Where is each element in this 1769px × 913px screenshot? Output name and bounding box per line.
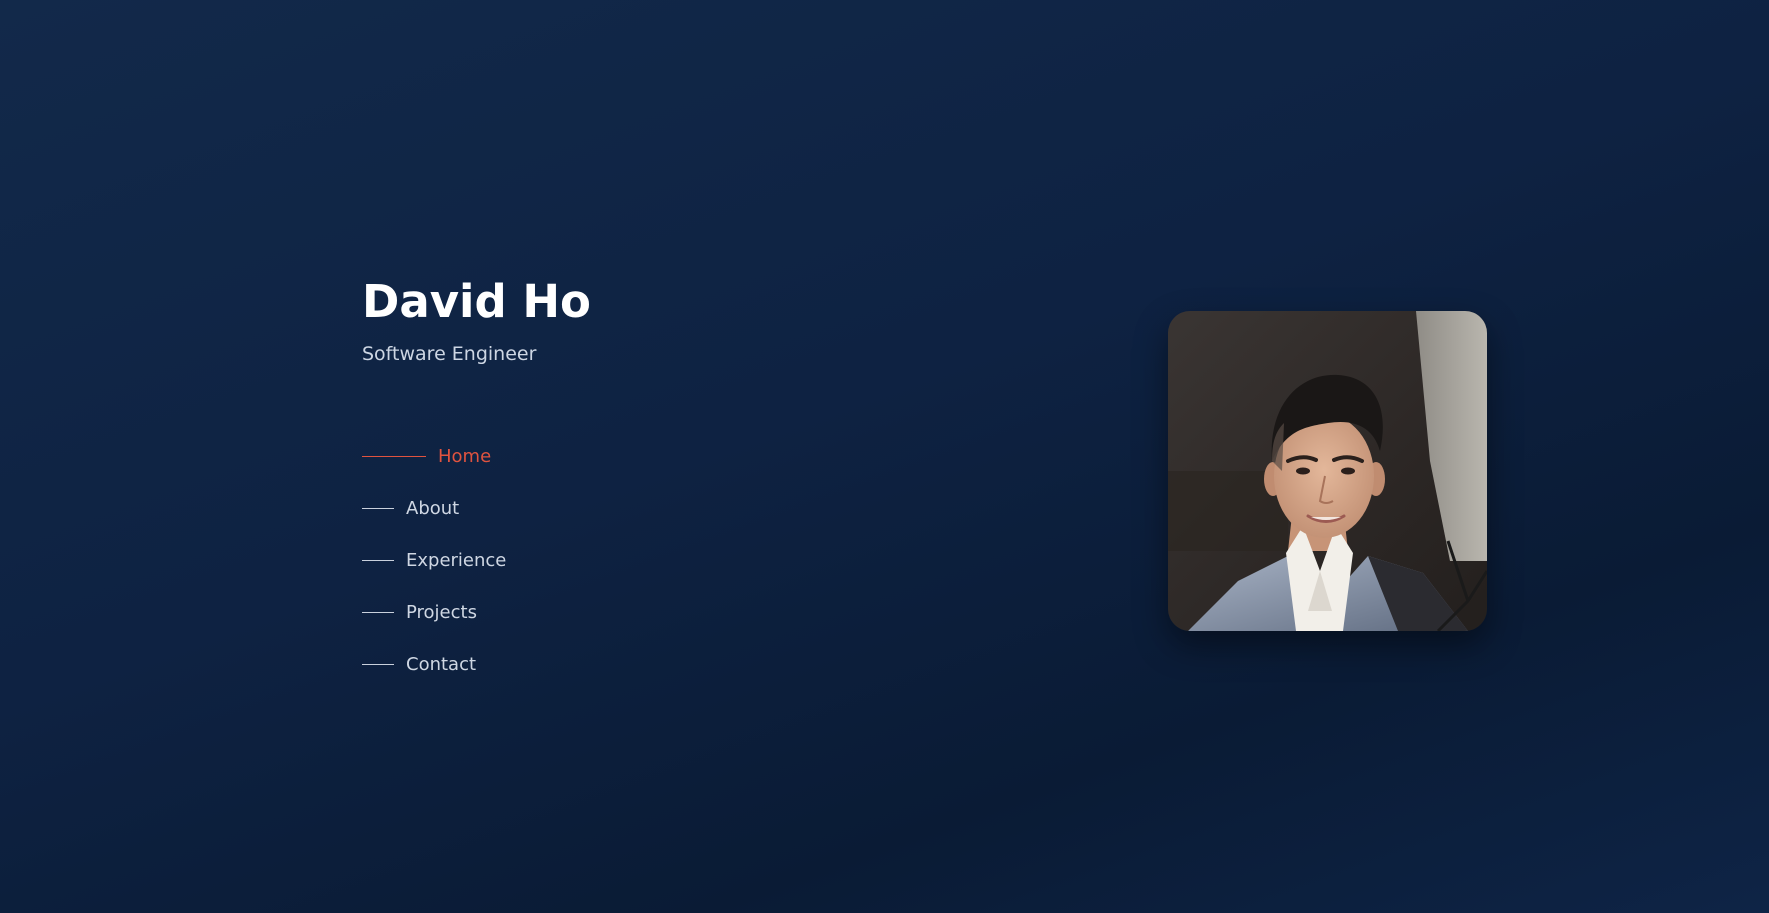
nav-item-projects[interactable]: Projects — [362, 586, 506, 638]
hero: David Ho Software Engineer — [362, 272, 591, 366]
nav-item-experience[interactable]: Experience — [362, 534, 506, 586]
nav-item-contact[interactable]: Contact — [362, 638, 506, 690]
nav-indicator-line — [362, 455, 426, 457]
nav-item-label: About — [406, 497, 460, 519]
nav-indicator-line — [362, 507, 394, 509]
nav-item-label: Projects — [406, 601, 477, 623]
nav-indicator-line — [362, 663, 394, 665]
nav-item-about[interactable]: About — [362, 482, 506, 534]
nav-item-home[interactable]: Home — [362, 430, 506, 482]
nav-item-label: Experience — [406, 549, 507, 571]
nav-indicator-line — [362, 559, 394, 561]
nav-item-label: Home — [438, 445, 492, 467]
page-title: David Ho — [362, 275, 591, 328]
portrait-illustration — [1168, 311, 1487, 631]
nav-item-label: Contact — [406, 653, 477, 675]
main-nav: Home About Experience Projects Contact — [362, 430, 506, 690]
job-title: Software Engineer — [362, 343, 537, 365]
profile-photo — [1168, 311, 1487, 631]
nav-indicator-line — [362, 611, 394, 613]
